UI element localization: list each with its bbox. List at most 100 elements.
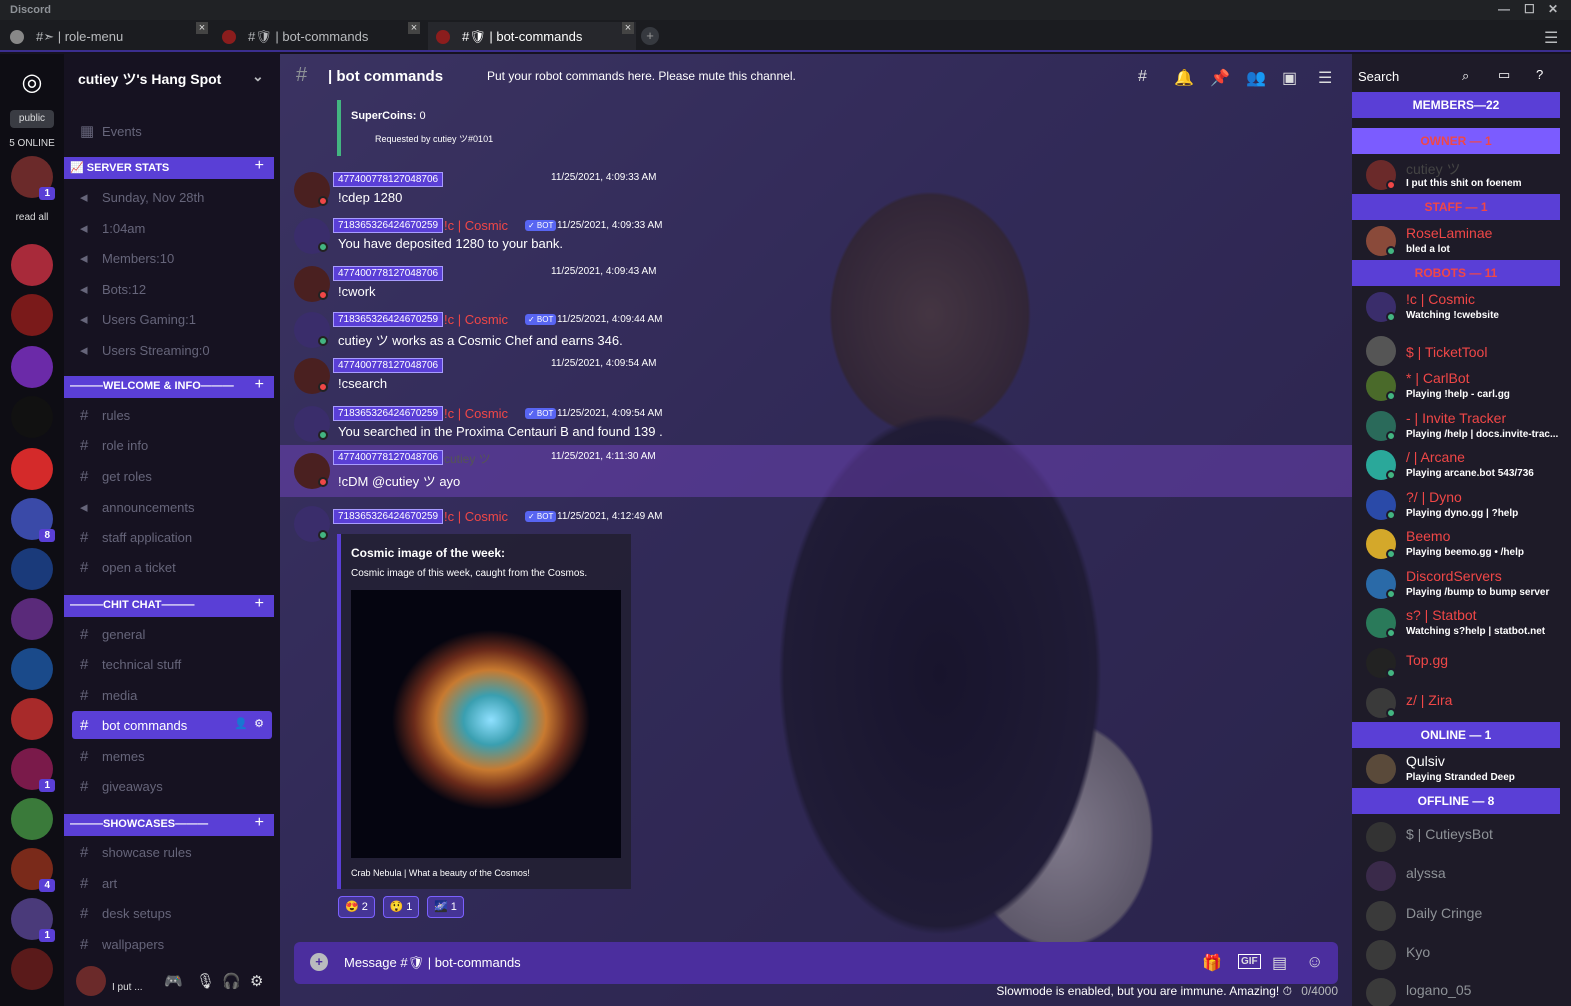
server-icon[interactable] (11, 948, 53, 990)
channel-role-info[interactable]: # role info (72, 431, 272, 459)
invite-icon[interactable]: 👤 (234, 717, 248, 730)
server-icon[interactable]: 1 (11, 156, 55, 200)
threads-icon[interactable]: # (1138, 68, 1147, 86)
category-showcases[interactable]: ———SHOWCASES——— + (64, 814, 274, 836)
channel-announcements[interactable]: ◂ announcements (72, 492, 272, 520)
gear-icon[interactable]: ⚙ (250, 972, 263, 990)
help-icon[interactable]: ? (1536, 67, 1543, 82)
close-tab-icon[interactable]: × (408, 22, 420, 34)
server-header[interactable]: cutiey ツ's Hang Spot ⌄ (64, 54, 280, 100)
sticker-icon[interactable]: ▤ (1272, 953, 1287, 973)
add-channel-icon[interactable]: + (255, 376, 264, 394)
search-input[interactable]: Search (1358, 69, 1399, 84)
user-id-tag[interactable]: 718365326424670259 (333, 406, 444, 421)
user-id-tag[interactable]: 718365326424670259 (333, 509, 444, 524)
user-id-tag[interactable]: 718365326424670259 (333, 218, 444, 233)
channel-topic[interactable]: Put your robot commands here. Please mut… (487, 69, 796, 83)
voice-channel[interactable]: ◂ 1:04am (72, 213, 272, 241)
channel-general[interactable]: # general (72, 620, 272, 648)
voice-channel[interactable]: ◂ Sunday, Nov 28th (72, 182, 272, 210)
headphones-icon[interactable]: 🎧 (222, 972, 241, 990)
member-item[interactable]: Top.gg (1366, 646, 1566, 686)
server-icon[interactable] (11, 548, 53, 590)
member-item[interactable]: Kyo (1366, 938, 1566, 978)
member-item[interactable]: * | CarlBot Playing !help - carl.gg (1366, 369, 1566, 409)
new-tab-button[interactable]: + (641, 27, 659, 45)
voice-channel[interactable]: ◂ Users Streaming:0 (72, 335, 272, 363)
tab-role-menu[interactable]: #➣ | role-menu × (2, 22, 210, 50)
channel-giveaways[interactable]: # giveaways (72, 772, 272, 800)
close-icon[interactable]: ✕ (1548, 2, 1558, 16)
server-icon[interactable] (11, 244, 53, 286)
member-item[interactable]: - | Invite Tracker Playing /help | docs.i… (1366, 409, 1566, 449)
member-item[interactable]: cutiey ツI put this shit on foenem (1366, 158, 1566, 198)
username[interactable]: !c | Cosmic (444, 312, 508, 327)
member-item[interactable]: RoseLaminae bled a lot (1366, 224, 1566, 264)
member-item[interactable]: !c | Cosmic Watching !cwebsite (1366, 290, 1566, 330)
username[interactable]: !c | Cosmic (444, 509, 508, 524)
member-item[interactable]: s? | Statbot Watching s?help | statbot.ne… (1366, 606, 1566, 646)
pin-icon[interactable]: 📌 (1210, 68, 1230, 88)
message-input[interactable]: Message #🛡 | bot-commands (344, 955, 521, 971)
user-id-tag[interactable]: 477400778127048706 (333, 266, 444, 281)
member-item[interactable]: z/ | Zira (1366, 686, 1566, 726)
menu-icon[interactable]: ☰ (1544, 28, 1558, 48)
voice-channel[interactable]: ◂ Bots:12 (72, 274, 272, 302)
bell-icon[interactable]: 🔔 (1174, 68, 1194, 88)
microphone-icon[interactable]: 🎙 (196, 972, 215, 990)
username[interactable]: cutiey ツ (444, 450, 491, 467)
member-item[interactable]: Qulsiv Playing Stranded Deep (1366, 752, 1566, 792)
close-tab-icon[interactable]: × (196, 22, 208, 34)
add-channel-icon[interactable]: + (255, 814, 264, 832)
read-all-button[interactable]: read all (0, 212, 64, 223)
reaction[interactable]: 🌌 1 (427, 896, 464, 918)
server-icon[interactable]: 4 (11, 848, 55, 892)
voice-channel[interactable]: ◂ Users Gaming:1 (72, 304, 272, 332)
maximize-icon[interactable]: ☐ (1524, 2, 1535, 16)
server-icon[interactable] (11, 648, 53, 690)
channel-showcase-rules[interactable]: # showcase rules (72, 838, 272, 866)
server-icon[interactable]: 1 (11, 898, 55, 942)
members-icon[interactable]: 👥 (1246, 68, 1266, 88)
layout-icon[interactable]: ▣ (1282, 68, 1297, 88)
category-server-stats[interactable]: 📈 SERVER STATS + (64, 157, 274, 179)
member-item[interactable]: Beemo Playing beemo.gg • /help (1366, 527, 1566, 567)
server-icon[interactable] (11, 598, 53, 640)
server-icon[interactable]: 8 (11, 498, 55, 542)
member-item[interactable]: / | Arcane Playing arcane.bot 543/736 (1366, 448, 1566, 488)
user-id-tag[interactable]: 477400778127048706 (333, 358, 444, 373)
game-controller-icon[interactable]: 🎮 (164, 972, 183, 990)
gif-icon[interactable]: GIF (1238, 954, 1261, 969)
attach-plus-icon[interactable]: + (310, 953, 328, 971)
channel-memes[interactable]: # memes (72, 742, 272, 770)
list-icon[interactable]: ☰ (1318, 68, 1332, 88)
server-icon[interactable]: 1 (11, 748, 55, 792)
close-tab-icon[interactable]: × (622, 22, 634, 34)
member-item[interactable]: logano_05 (1366, 976, 1566, 1006)
add-channel-icon[interactable]: + (255, 595, 264, 613)
inbox-icon[interactable]: ▭ (1498, 67, 1510, 83)
reaction[interactable]: 😍 2 (338, 896, 375, 918)
username[interactable]: !c | Cosmic (444, 218, 508, 233)
channel-technical-stuff[interactable]: # technical stuff (72, 650, 272, 678)
member-item[interactable]: DiscordServers Playing /bump to bump serv… (1366, 567, 1566, 607)
category-welcome-info[interactable]: ———WELCOME & INFO——— + (64, 376, 274, 398)
member-item[interactable]: $ | CutieysBot (1366, 820, 1566, 860)
voice-channel[interactable]: ◂ Members:10 (72, 243, 272, 271)
minimize-icon[interactable]: — (1498, 2, 1510, 16)
channel-open-ticket[interactable]: # open a ticket (72, 553, 272, 581)
nebula-image[interactable] (351, 590, 621, 858)
channel-staff-application[interactable]: # staff application (72, 523, 272, 551)
server-icon[interactable] (11, 346, 53, 388)
member-item[interactable]: Daily Cringe (1366, 899, 1566, 939)
category-chit-chat[interactable]: ———CHIT CHAT——— + (64, 595, 274, 617)
events-item[interactable]: ▦ Events (72, 116, 272, 144)
avatar[interactable] (76, 966, 106, 996)
search-icon[interactable]: ⌕ (1462, 68, 1469, 84)
member-item[interactable]: $ | TicketTool (1366, 334, 1566, 374)
channel-art[interactable]: # art (72, 869, 272, 897)
channel-get-roles[interactable]: # get roles (72, 462, 272, 490)
channel-desk-setups[interactable]: # desk setups (72, 899, 272, 927)
user-id-tag[interactable]: 718365326424670259 (333, 312, 444, 327)
server-icon[interactable] (11, 396, 53, 438)
